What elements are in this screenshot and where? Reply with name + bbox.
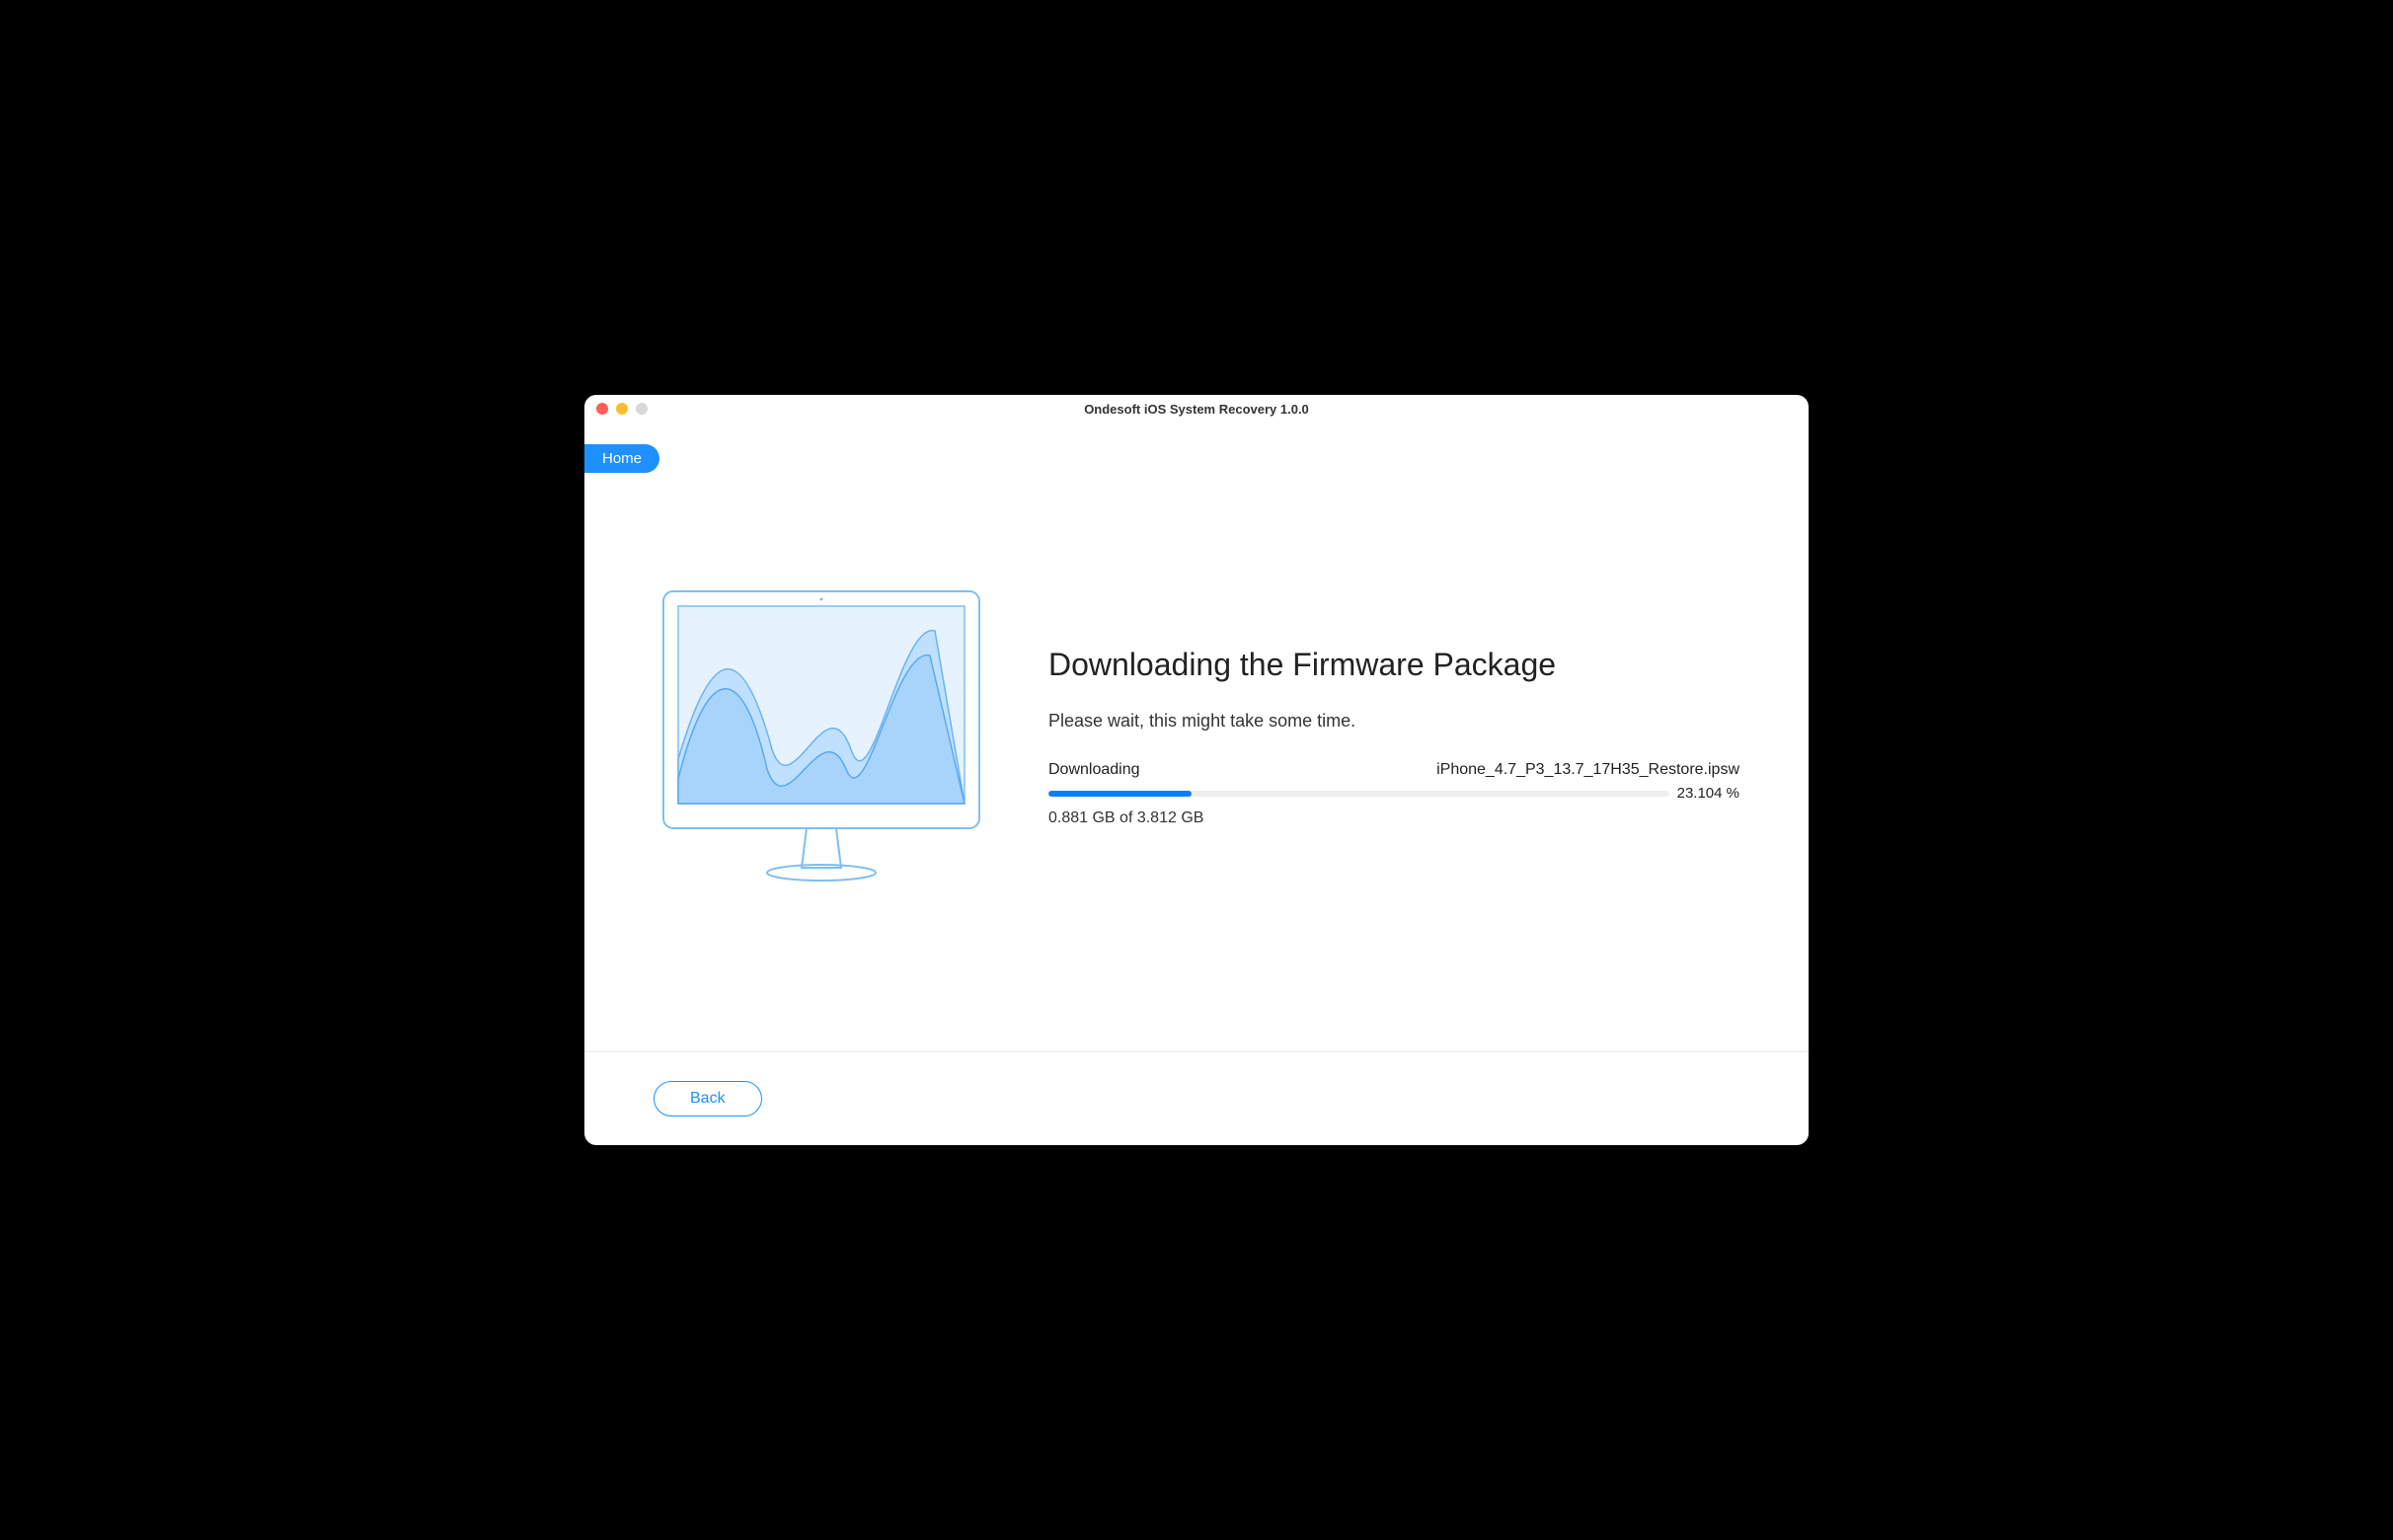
download-label-row: Downloading iPhone_4.7_P3_13.7_17H35_Res… — [1048, 761, 1739, 779]
download-status-label: Downloading — [1048, 761, 1140, 779]
monitor-chart-icon — [654, 581, 989, 887]
page-heading: Downloading the Firmware Package — [1048, 647, 1739, 683]
progress-row: 23.104 % — [1048, 785, 1739, 802]
progress-bar — [1048, 791, 1669, 797]
progress-percent-text: 23.104 % — [1677, 785, 1739, 802]
maximize-icon[interactable] — [636, 403, 648, 415]
back-button[interactable]: Back — [654, 1081, 762, 1116]
close-icon[interactable] — [596, 403, 608, 415]
minimize-icon[interactable] — [616, 403, 628, 415]
main-content: Downloading the Firmware Package Please … — [584, 423, 1809, 1051]
progress-fill — [1048, 791, 1192, 797]
download-file-name: iPhone_4.7_P3_13.7_17H35_Restore.ipsw — [1436, 761, 1739, 779]
download-size-text: 0.881 GB of 3.812 GB — [1048, 809, 1739, 827]
home-tab[interactable]: Home — [584, 444, 659, 473]
back-button-label: Back — [690, 1090, 726, 1107]
footer: Back — [584, 1051, 1809, 1145]
traffic-lights — [596, 403, 648, 415]
download-info: Downloading the Firmware Package Please … — [1048, 647, 1739, 827]
window-title: Ondesoft iOS System Recovery 1.0.0 — [1084, 402, 1309, 417]
page-subtext: Please wait, this might take some time. — [1048, 711, 1739, 732]
app-window: Ondesoft iOS System Recovery 1.0.0 Home — [584, 395, 1809, 1145]
titlebar: Ondesoft iOS System Recovery 1.0.0 — [584, 395, 1809, 423]
monitor-illustration — [654, 581, 989, 892]
home-tab-label: Home — [602, 450, 642, 467]
